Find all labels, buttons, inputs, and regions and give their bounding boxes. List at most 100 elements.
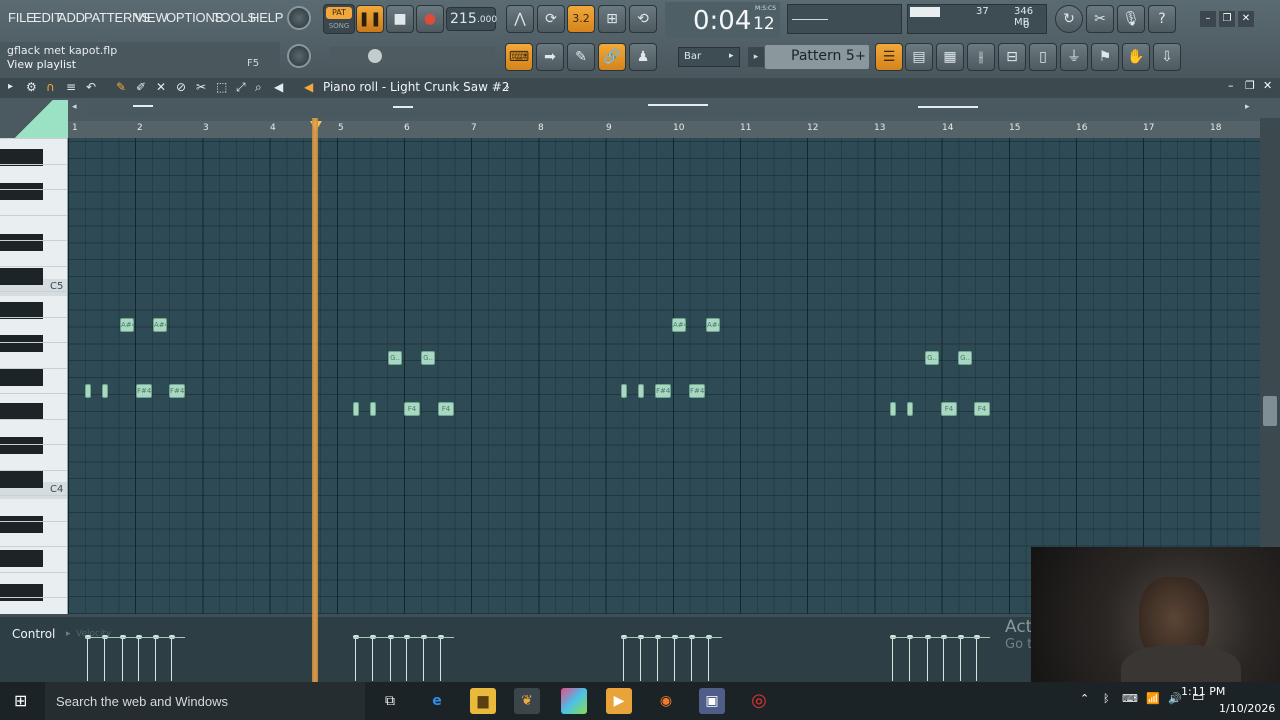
menu-add[interactable]: ADD xyxy=(58,10,85,25)
master-pitch-knob[interactable] xyxy=(287,44,311,68)
velocity-bar[interactable] xyxy=(943,637,944,681)
velocity-bar[interactable] xyxy=(708,637,709,681)
note[interactable]: F#4 xyxy=(169,384,185,398)
velocity-bar[interactable] xyxy=(122,637,123,681)
velocity-bar[interactable] xyxy=(138,637,139,681)
piano-keyboard[interactable]: C5 C4 xyxy=(0,138,68,614)
step-forward-button[interactable]: ➡ xyxy=(536,43,564,71)
project-button[interactable]: ▯ xyxy=(1029,43,1057,71)
taskbar-search-box[interactable]: Search the web and Windows xyxy=(45,682,365,720)
note[interactable]: F#4 xyxy=(689,384,705,398)
menu-view[interactable]: VIEW xyxy=(135,10,168,25)
velocity-bar[interactable] xyxy=(691,637,692,681)
velocity-bar[interactable] xyxy=(674,637,675,681)
pr-minimize-icon[interactable]: – xyxy=(1228,79,1234,92)
black-key[interactable] xyxy=(0,437,43,454)
pr-close-icon[interactable]: ✕ xyxy=(1263,79,1272,92)
magnet-icon[interactable]: ∩ xyxy=(46,80,55,94)
note-grid[interactable] xyxy=(68,138,1260,614)
note[interactable]: G.. xyxy=(421,351,435,365)
note[interactable]: G.. xyxy=(925,351,939,365)
velocity-bar[interactable] xyxy=(976,637,977,681)
black-key[interactable] xyxy=(0,516,43,533)
time-ruler[interactable]: 1 2 3 4 5 6 7 8 9 10 11 12 13 14 15 16 17 18 xyxy=(68,121,1260,138)
velocity-bar[interactable] xyxy=(657,637,658,681)
tray-chevron-icon[interactable]: ⌃ xyxy=(1080,692,1089,705)
note[interactable] xyxy=(638,384,644,398)
stop-button[interactable]: ■ xyxy=(386,5,414,33)
channel-rack-button[interactable]: ▦ xyxy=(936,43,964,71)
black-key[interactable] xyxy=(0,183,43,200)
velocity-bar[interactable] xyxy=(87,637,88,681)
note[interactable]: F#4 xyxy=(136,384,152,398)
stamp-button[interactable]: ♟ xyxy=(629,43,657,71)
wrench-icon[interactable]: ⚙ xyxy=(26,80,37,94)
velocity-bar[interactable] xyxy=(892,637,893,681)
black-key[interactable] xyxy=(0,471,43,488)
velocity-bar[interactable] xyxy=(960,637,961,681)
step-edit-button[interactable]: ⊞ xyxy=(598,5,626,33)
plugin-button[interactable]: ⏚ xyxy=(1060,43,1088,71)
velocity-bar[interactable] xyxy=(390,637,391,681)
note[interactable]: F4 xyxy=(941,402,957,416)
velocity-bar[interactable] xyxy=(640,637,641,681)
note[interactable]: A#4 xyxy=(153,318,167,332)
note[interactable] xyxy=(890,402,896,416)
add-pattern-button[interactable]: + xyxy=(855,49,866,64)
scroll-left-icon[interactable]: ◂ xyxy=(72,102,77,112)
menu-help[interactable]: HELP xyxy=(250,10,283,25)
pattern-prev-button[interactable]: ▸ xyxy=(748,47,764,67)
close-button[interactable]: ✕ xyxy=(1238,11,1254,27)
playlist-button[interactable]: ▤ xyxy=(905,43,933,71)
velocity-bar[interactable] xyxy=(171,637,172,681)
velocity-bar[interactable] xyxy=(909,637,910,681)
help-button[interactable]: ? xyxy=(1148,5,1176,33)
note[interactable]: F#4 xyxy=(655,384,671,398)
paint-icon[interactable]: ✐ xyxy=(136,80,146,94)
pattern-selector[interactable]: Pattern 5 + xyxy=(765,45,869,69)
task-view-icon[interactable]: ⧉ xyxy=(377,688,403,714)
minimize-button[interactable]: – xyxy=(1200,11,1216,27)
typing-keyboard-button[interactable]: ⌨ xyxy=(505,43,533,71)
note[interactable]: F4 xyxy=(404,402,420,416)
snap-selector[interactable]: Bar ▸ xyxy=(678,47,740,67)
time-display[interactable]: 0:04 12 M:S:CS xyxy=(665,2,780,38)
countdown-button[interactable]: 3.2 xyxy=(567,5,595,33)
magnifier-icon[interactable]: ⌕ xyxy=(255,80,262,95)
velocity-bar[interactable] xyxy=(927,637,928,681)
volume-icon[interactable]: 🔊 xyxy=(1168,692,1182,705)
record-button[interactable]: ● xyxy=(416,5,444,33)
playhead-line[interactable] xyxy=(312,118,318,682)
pitch-slider-handle[interactable] xyxy=(368,49,382,63)
zoom-corner[interactable] xyxy=(0,100,68,138)
velocity-bar[interactable] xyxy=(623,637,624,681)
note[interactable] xyxy=(907,402,913,416)
loop-record-button[interactable]: ⟲ xyxy=(629,5,657,33)
note[interactable]: F4 xyxy=(438,402,454,416)
playback-icon[interactable]: ◀ xyxy=(304,80,313,94)
velocity-bar[interactable] xyxy=(440,637,441,681)
black-key[interactable] xyxy=(0,268,43,285)
cut-button[interactable]: ✂ xyxy=(1086,5,1114,33)
draw-button[interactable]: ✎ xyxy=(567,43,595,71)
bluetooth-icon[interactable]: ᛒ xyxy=(1103,692,1110,705)
piano-roll-button[interactable]: ☰ xyxy=(875,43,903,71)
file-explorer-icon[interactable]: ▆ xyxy=(470,688,496,714)
zoom-icon[interactable]: ⤢ xyxy=(236,80,246,95)
note[interactable] xyxy=(621,384,627,398)
note[interactable] xyxy=(370,402,376,416)
fl-studio-taskbar-icon[interactable]: ❦ xyxy=(514,688,540,714)
notification-icon[interactable]: ▭ xyxy=(1192,690,1204,705)
network-icon[interactable]: 📶 xyxy=(1146,692,1160,705)
master-volume-knob[interactable] xyxy=(287,6,311,30)
mixer-button[interactable]: ⫲ xyxy=(967,43,995,71)
link-button[interactable]: 🔗 xyxy=(598,43,626,71)
scroll-thumb[interactable] xyxy=(1263,396,1277,426)
delete-icon[interactable]: ✕ xyxy=(156,80,166,94)
video-editor-icon[interactable]: ▶ xyxy=(606,688,632,714)
metronome-button[interactable]: ⋀ xyxy=(506,5,534,33)
restore-button[interactable]: ❐ xyxy=(1219,11,1235,27)
velocity-bar[interactable] xyxy=(423,637,424,681)
menu-file[interactable]: FILE xyxy=(8,10,35,25)
velocity-bar[interactable] xyxy=(372,637,373,681)
